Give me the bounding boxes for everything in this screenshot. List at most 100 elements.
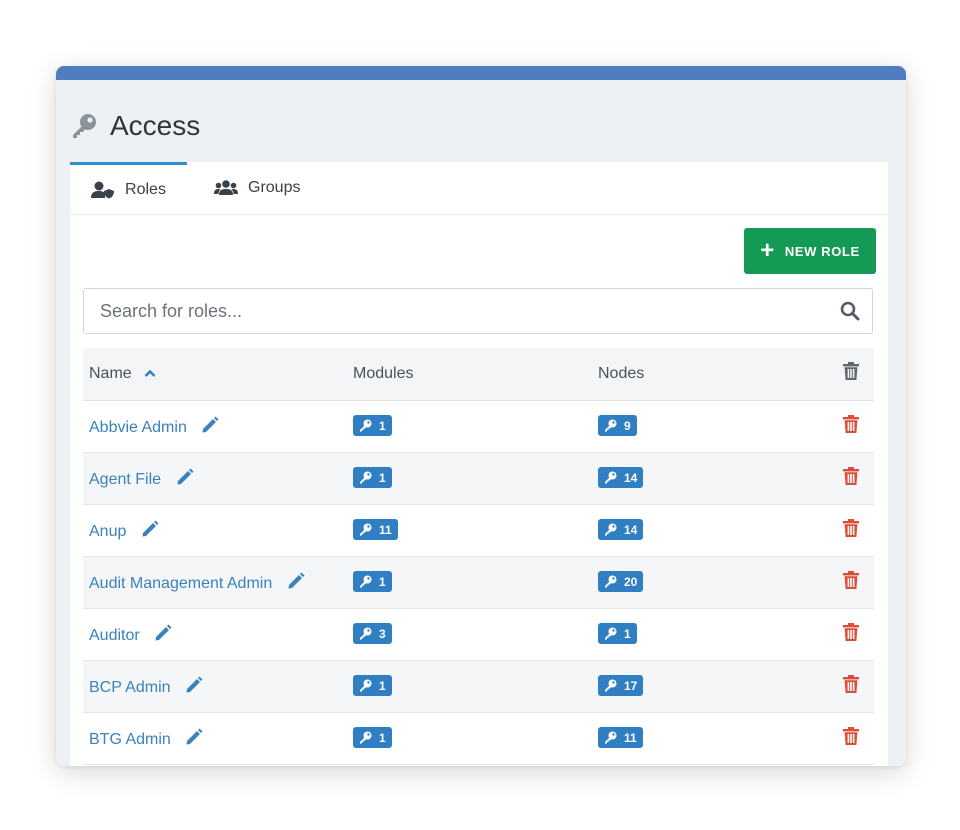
cell-name: Audit Management Admin — [83, 556, 347, 609]
column-header-modules[interactable]: Modules — [347, 348, 592, 401]
cell-name: BTG Admin — [83, 712, 347, 765]
trash-icon[interactable] — [843, 570, 859, 589]
cell-delete — [828, 712, 874, 765]
key-icon — [605, 471, 617, 484]
column-nodes-label: Nodes — [598, 364, 645, 382]
nodes-count: 14 — [624, 470, 638, 485]
cell-name: Auditor — [83, 608, 347, 661]
pencil-icon[interactable] — [154, 624, 172, 642]
key-icon — [360, 627, 372, 640]
modules-badge: 11 — [353, 519, 398, 540]
role-name-link[interactable]: Audit Management Admin — [89, 575, 272, 592]
window-top-bar — [56, 66, 906, 80]
table-row: BTG Admin 1 11 — [83, 712, 874, 765]
cell-name: BCP Admin — [83, 660, 347, 713]
nodes-badge: 1 — [598, 623, 637, 644]
table-header-row: Name Modules Nodes — [83, 348, 874, 401]
pencil-icon[interactable] — [287, 572, 305, 590]
column-header-name[interactable]: Name — [83, 348, 347, 401]
access-window: Access Roles Groups + NEW ROLE Search fo… — [56, 66, 906, 766]
modules-count: 1 — [379, 470, 386, 485]
key-icon — [360, 419, 372, 432]
cell-nodes: 14 — [592, 452, 828, 505]
nodes-count: 9 — [624, 418, 631, 433]
modules-count: 1 — [379, 730, 386, 745]
cell-nodes: 17 — [592, 660, 828, 713]
search-input[interactable] — [84, 289, 816, 333]
search-box — [83, 288, 873, 334]
column-name-label: Name — [89, 364, 132, 382]
tab-groups[interactable]: Groups — [214, 162, 300, 214]
modules-count: 1 — [379, 574, 386, 589]
cell-name: Agent File — [83, 452, 347, 505]
role-name-link[interactable]: Anup — [89, 523, 126, 540]
role-name-link[interactable]: Auditor — [89, 627, 140, 644]
modules-count: 3 — [379, 626, 386, 641]
role-name-link[interactable]: Abbvie Admin — [89, 419, 187, 436]
tab-roles[interactable]: Roles — [70, 162, 187, 214]
modules-badge: 1 — [353, 467, 392, 488]
modules-badge: 1 — [353, 415, 392, 436]
users-icon — [214, 180, 238, 195]
new-role-button[interactable]: + NEW ROLE — [744, 228, 876, 274]
new-role-label: NEW ROLE — [784, 243, 860, 259]
key-icon — [605, 627, 617, 640]
table-row: Agent File 1 14 — [83, 452, 874, 505]
key-icon — [360, 731, 372, 744]
role-name-link[interactable]: BTG Admin — [89, 731, 171, 748]
pencil-icon[interactable] — [176, 468, 194, 486]
cell-name: Abbvie Admin — [83, 400, 347, 453]
cell-nodes: 9 — [592, 400, 828, 453]
trash-icon[interactable] — [843, 466, 859, 485]
cell-modules: 1 — [347, 556, 592, 609]
chevron-up-icon[interactable] — [144, 369, 156, 377]
cell-modules: 1 — [347, 400, 592, 453]
cell-nodes: 20 — [592, 556, 828, 609]
role-name-link[interactable]: BCP Admin — [89, 679, 171, 696]
trash-icon[interactable] — [843, 518, 859, 537]
column-header-nodes[interactable]: Nodes — [592, 348, 828, 401]
cell-delete — [828, 556, 874, 609]
key-icon — [605, 523, 617, 536]
nodes-count: 20 — [624, 574, 638, 589]
trash-icon[interactable] — [843, 362, 859, 381]
role-name-link[interactable]: Agent File — [89, 471, 161, 488]
cell-delete — [828, 504, 874, 557]
trash-icon[interactable] — [843, 414, 859, 433]
key-icon — [605, 731, 617, 744]
nodes-count: 14 — [624, 522, 638, 537]
key-icon — [360, 523, 372, 536]
cell-delete — [828, 660, 874, 713]
cell-modules: 3 — [347, 608, 592, 661]
cell-name: Anup — [83, 504, 347, 557]
nodes-badge: 11 — [598, 727, 643, 748]
cell-modules: 1 — [347, 712, 592, 765]
pencil-icon[interactable] — [141, 520, 159, 538]
tab-groups-label: Groups — [248, 179, 301, 196]
table-row: Audit Management Admin 1 20 — [83, 556, 874, 609]
nodes-badge: 9 — [598, 415, 637, 436]
cell-delete — [828, 608, 874, 661]
trash-icon[interactable] — [843, 674, 859, 693]
column-header-delete — [828, 348, 874, 401]
pencil-icon[interactable] — [201, 416, 219, 434]
search-icon[interactable] — [840, 301, 860, 321]
table-row: Abbvie Admin 1 9 — [83, 400, 874, 453]
modules-badge: 1 — [353, 675, 392, 696]
nodes-badge: 17 — [598, 675, 644, 696]
page-title: Access — [110, 110, 201, 141]
cell-modules: 1 — [347, 452, 592, 505]
roles-table: Name Modules Nodes Abbvie Admin 1 9 Agen… — [83, 348, 874, 765]
pencil-icon[interactable] — [185, 728, 203, 746]
pencil-icon[interactable] — [185, 676, 203, 694]
key-icon — [605, 575, 617, 588]
key-icon — [360, 471, 372, 484]
cell-nodes: 14 — [592, 504, 828, 557]
cell-delete — [828, 400, 874, 453]
key-icon — [360, 679, 372, 692]
trash-icon[interactable] — [843, 726, 859, 745]
trash-icon[interactable] — [843, 622, 859, 641]
nodes-badge: 14 — [598, 467, 644, 488]
cell-modules: 11 — [347, 504, 592, 557]
plus-icon: + — [760, 237, 775, 264]
